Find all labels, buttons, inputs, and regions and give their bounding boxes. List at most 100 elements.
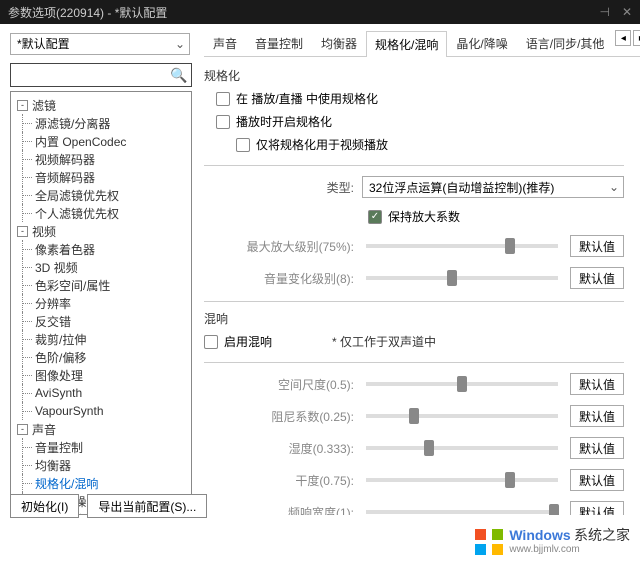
config-select[interactable]: *默认配置 ⌄ [10,33,190,55]
pin-icon[interactable]: ⊣ [599,5,609,19]
tree-group[interactable]: -滤镜 [13,96,189,114]
tree-item[interactable]: 全局滤镜优先权 [13,186,189,204]
tree-item[interactable]: 图像处理 [13,366,189,384]
type-select[interactable]: 32位浮点运算(自动增益控制)(推荐) ⌄ [362,176,624,198]
slider-damp: 阻尼系数(0.25): 默认值 [204,405,624,427]
checkbox-icon [204,335,218,349]
tree-item[interactable]: 个人滤镜优先权 [13,204,189,222]
chevron-down-icon: ⌄ [175,37,185,51]
config-select-value: *默认配置 [17,35,70,52]
main: 🔍 -滤镜源滤镜/分离器内置 OpenCodec视频解码器音频解码器全局滤镜优先… [0,63,640,515]
chk-use-in-play[interactable]: 在 播放/直播 中使用规格化 [216,90,624,107]
reverb-note: * 仅工作于双声道中 [332,333,436,350]
tab-next-icon[interactable]: ▸ [633,30,640,46]
slider-thumb[interactable] [457,376,467,392]
tree-item[interactable]: 色彩空间/属性 [13,276,189,294]
expander-icon[interactable]: - [17,424,28,435]
slider-max-amp: 最大放大级别(75%): 默认值 [204,235,624,257]
default-button[interactable]: 默认值 [570,405,624,427]
tree-item[interactable]: 色阶/偏移 [13,348,189,366]
chk-video-only[interactable]: 仅将规格化用于视频播放 [236,136,624,153]
default-button[interactable]: 默认值 [570,373,624,395]
tree-item[interactable]: 音频解码器 [13,168,189,186]
tab-volume[interactable]: 音量控制 [246,30,312,56]
type-label: 类型: [204,179,354,196]
slider-track[interactable] [366,446,558,450]
slider-space: 空间尺度(0.5): 默认值 [204,373,624,395]
tree-item[interactable]: 像素着色器 [13,240,189,258]
tree-item[interactable]: 分辨率 [13,294,189,312]
slider-track[interactable] [366,276,558,280]
slider-thumb[interactable] [447,270,457,286]
slider-track[interactable] [366,478,558,482]
tree-item[interactable]: 反交错 [13,312,189,330]
content: 规格化 在 播放/直播 中使用规格化 播放时开启规格化 仅将规格化用于视频播放 … [192,63,630,515]
watermark-text: Windows 系统之家 www.bjjmlv.com [509,527,630,556]
chk-enable-on-play[interactable]: 播放时开启规格化 [216,113,624,130]
default-button[interactable]: 默认值 [570,469,624,491]
init-button[interactable]: 初始化(I) [10,494,79,518]
tree-item[interactable]: 内置 OpenCodec [13,132,189,150]
tab-sound[interactable]: 声音 [204,30,246,56]
type-row: 类型: 32位浮点运算(自动增益控制)(推荐) ⌄ [204,176,624,198]
slider-track[interactable] [366,244,558,248]
slider-vol-change: 音量变化级别(8): 默认值 [204,267,624,289]
chk-enable-reverb[interactable]: 启用混响 [204,333,272,350]
slider-thumb[interactable] [549,504,559,515]
tree-item[interactable]: 规格化/混响 [13,474,189,492]
slider-width: 频响宽度(1): 默认值 [204,501,624,515]
tab-eq[interactable]: 均衡器 [312,30,366,56]
slider-track[interactable] [366,510,558,514]
tab-bar: 声音 音量控制 均衡器 规格化/混响 晶化/降噪 语言/同步/其他 ◂ ▸ [204,30,640,57]
tab-normalize[interactable]: 规格化/混响 [366,31,447,57]
group-normalize: 规格化 [204,67,624,84]
watermark: Windows 系统之家 www.bjjmlv.com [475,527,630,556]
chk-keep-coef[interactable]: ✓保持放大系数 [204,208,624,225]
checkbox-icon [216,115,230,129]
checkbox-icon [236,138,250,152]
slider-thumb[interactable] [409,408,419,424]
tab-prev-icon[interactable]: ◂ [615,30,631,46]
divider [204,301,624,302]
search-input[interactable] [15,68,170,82]
tree-item[interactable]: 均衡器 [13,456,189,474]
slider-thumb[interactable] [505,472,515,488]
footer: 初始化(I) 导出当前配置(S)... [10,494,207,518]
slider-wet: 湿度(0.333): 默认值 [204,437,624,459]
tree-group[interactable]: -声音 [13,420,189,438]
checkbox-checked-icon: ✓ [368,210,382,224]
sidebar: 🔍 -滤镜源滤镜/分离器内置 OpenCodec视频解码器音频解码器全局滤镜优先… [10,63,192,515]
tree[interactable]: -滤镜源滤镜/分离器内置 OpenCodec视频解码器音频解码器全局滤镜优先权个… [10,91,192,515]
close-icon[interactable]: ✕ [622,5,632,19]
default-button[interactable]: 默认值 [570,267,624,289]
tab-nav: ◂ ▸ [613,30,640,56]
titlebar: 参数选项(220914) - *默认配置 ⊣ ✕ [0,0,640,24]
expander-icon[interactable]: - [17,226,28,237]
tree-item[interactable]: VapourSynth [13,402,189,420]
tab-lang[interactable]: 语言/同步/其他 [517,30,614,56]
tree-item[interactable]: 3D 视频 [13,258,189,276]
slider-track[interactable] [366,382,558,386]
tree-item[interactable]: 视频解码器 [13,150,189,168]
divider [204,165,624,166]
slider-thumb[interactable] [424,440,434,456]
search-icon[interactable]: 🔍 [170,67,187,84]
slider-thumb[interactable] [505,238,515,254]
default-button[interactable]: 默认值 [570,501,624,515]
default-button[interactable]: 默认值 [570,235,624,257]
expander-icon[interactable]: - [17,100,28,111]
tree-group[interactable]: -视频 [13,222,189,240]
export-button[interactable]: 导出当前配置(S)... [87,494,207,518]
chevron-down-icon: ⌄ [609,180,619,194]
tree-item[interactable]: 音量控制 [13,438,189,456]
default-button[interactable]: 默认值 [570,437,624,459]
slider-track[interactable] [366,414,558,418]
tree-item[interactable]: 源滤镜/分离器 [13,114,189,132]
divider [204,362,624,363]
tree-item[interactable]: AviSynth [13,384,189,402]
windows-logo-icon [475,529,503,555]
tree-item[interactable]: 裁剪/拉伸 [13,330,189,348]
checkbox-icon [216,92,230,106]
search-box[interactable]: 🔍 [10,63,192,87]
tab-crystal[interactable]: 晶化/降噪 [447,30,516,56]
